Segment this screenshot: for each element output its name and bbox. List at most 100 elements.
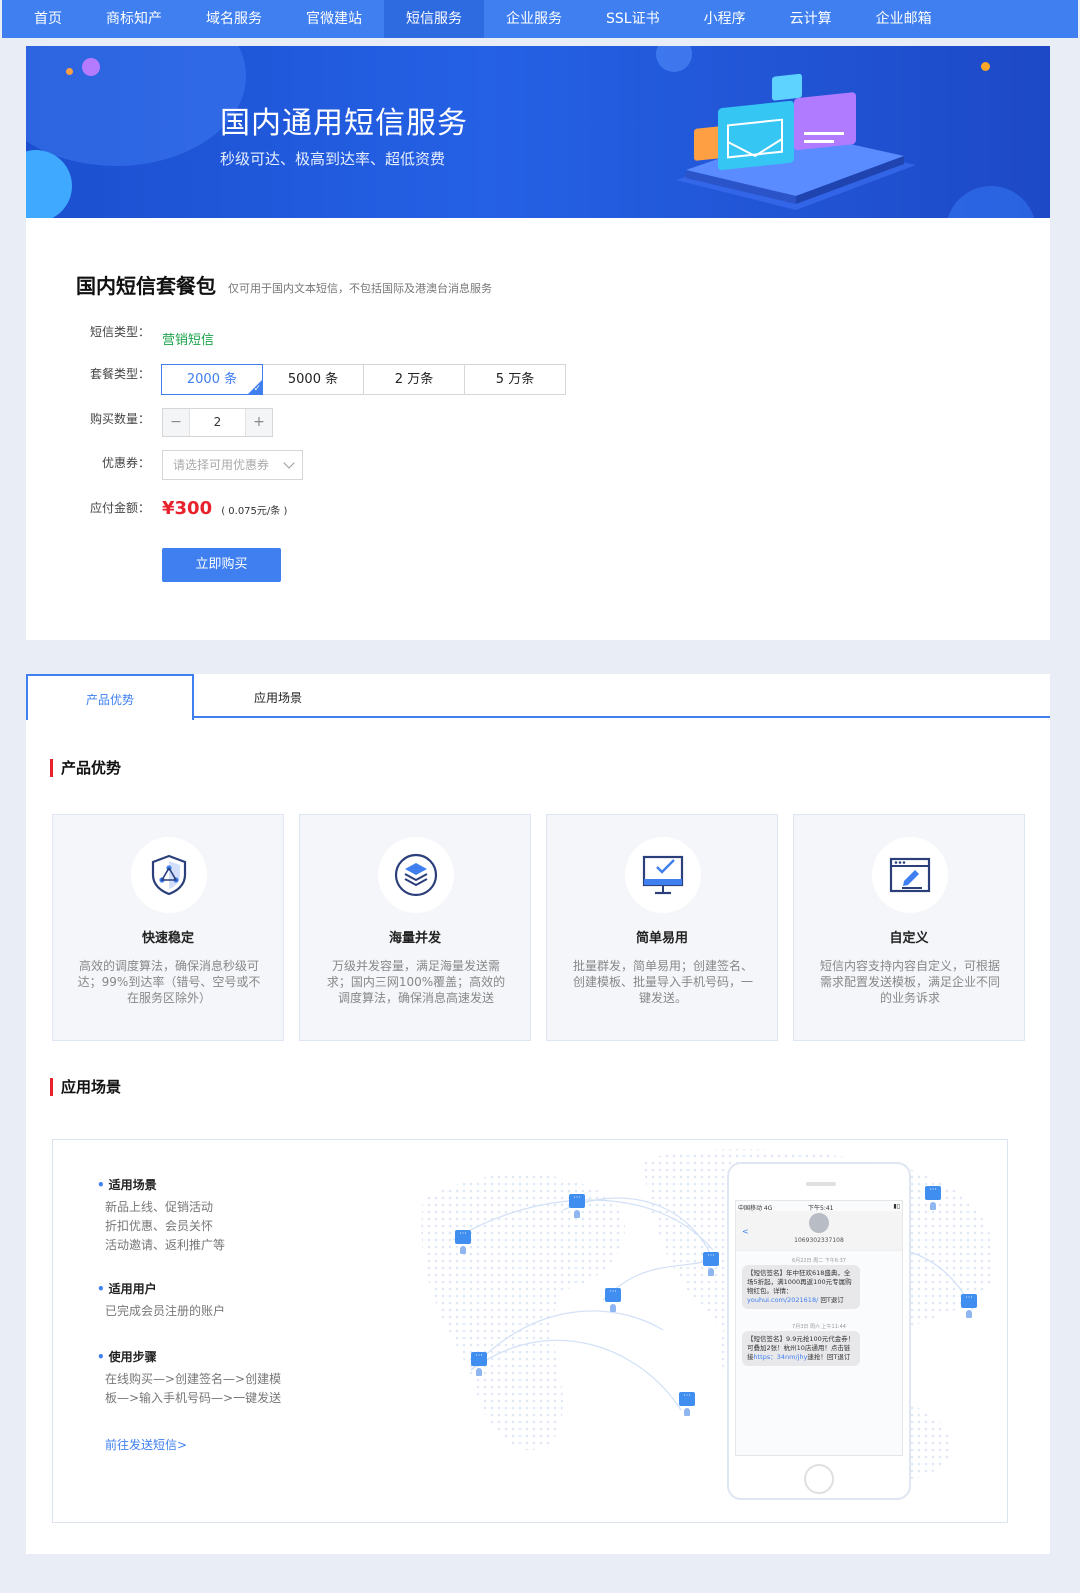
price-per-unit: ( 0.075元/条 ) <box>221 506 288 517</box>
package-card: 国内短信套餐包 仅可用于国内文本短信，不包括国际及港澳台消息服务 短信类型： 营… <box>26 218 1050 640</box>
scenario-line: 已完成会员注册的账户 <box>105 1304 226 1318</box>
map-node-icon: ··· <box>471 1352 487 1376</box>
banner-decor-circle <box>946 186 1036 218</box>
phone-mockup: 中国移动 4G 下午5:41 ▮▯ < 1069302337108 6月22日 … <box>727 1162 911 1500</box>
layers-icon <box>394 853 438 897</box>
coupon-label: 优惠券： <box>101 456 150 470</box>
nav-item-miniprogram[interactable]: 小程序 <box>682 0 768 38</box>
message-link[interactable]: https：34nm/jhy <box>754 1353 808 1361</box>
quantity-stepper: − 2 + <box>162 408 273 437</box>
scenario-panel: 适用场景 新品上线、促销活动 折扣优惠、会员关怀 活动邀请、返利推广等 适用用户… <box>52 1139 1008 1523</box>
battery-icon: ▮▯ <box>893 1203 900 1210</box>
coupon-select[interactable]: 请选择可用优惠券 <box>162 450 303 480</box>
banner-title: 国内通用短信服务 <box>220 106 468 141</box>
scenario-heading: 适用用户 <box>97 1280 225 1297</box>
banner-decor-circle <box>26 46 246 166</box>
quantity-decrease-button[interactable]: − <box>163 409 189 436</box>
nav-item-enterprise[interactable]: 企业服务 <box>484 0 584 38</box>
price-display: ¥300 ( 0.075元/条 ) <box>162 498 287 519</box>
advantage-desc: 短信内容支持内容自定义，可根据需求配置发送模板，满足企业不同的业务诉求 <box>819 959 1000 1005</box>
nav-item-trademark[interactable]: 商标知产 <box>84 0 184 38</box>
advantage-title: 简单易用 <box>635 931 688 946</box>
top-nav: 首页 商标知产 域名服务 官微建站 短信服务 企业服务 SSL证书 小程序 云计… <box>2 0 1078 38</box>
advantage-cards: 快速稳定 高效的调度算法，确保消息秒级可达；99%到达率（错号、空号或不在服务区… <box>52 814 1040 1041</box>
details-section: 产品优势 应用场景 产品优势 快速稳定 高效的调度算法，确保消息秒级可达；99%… <box>26 674 1050 1554</box>
nav-item-ssl[interactable]: SSL证书 <box>584 0 682 38</box>
package-type-label: 套餐类型： <box>89 367 150 381</box>
message-text: 速抢！回T退订 <box>807 1353 851 1361</box>
banner-decor-dot <box>82 58 100 76</box>
map-node-icon: ··· <box>569 1194 585 1218</box>
contact-header: < 1069302337108 <box>736 1211 902 1251</box>
sender-number: 1069302337108 <box>794 1237 844 1244</box>
nav-item-cloud[interactable]: 云计算 <box>768 0 854 38</box>
icon-circle <box>625 837 701 913</box>
scenario-line: 活动邀请、返利推广等 <box>105 1238 226 1252</box>
quantity-increase-button[interactable]: + <box>246 409 272 436</box>
scenario-heading: 适用场景 <box>97 1176 225 1193</box>
tab-scenarios[interactable]: 应用场景 <box>194 674 362 718</box>
package-option-20000[interactable]: 2 万条 <box>363 364 465 395</box>
message-date: 6月22日 周二 下午6:37 <box>792 1258 846 1264</box>
message-link[interactable]: youhui.com/2021618/ <box>747 1296 818 1304</box>
monitor-check-icon <box>642 855 684 895</box>
price-amount: ¥300 <box>162 498 213 519</box>
icon-circle <box>378 837 454 913</box>
scenario-line: 在线购买—>创建签名—>创建模 <box>105 1372 282 1386</box>
scenario-line: 新品上线、促销活动 <box>105 1200 214 1214</box>
map-node-icon: ··· <box>679 1392 695 1416</box>
tab-advantages[interactable]: 产品优势 <box>26 674 194 720</box>
user-block: 适用用户 已完成会员注册的账户 <box>97 1280 225 1321</box>
nav-item-domain[interactable]: 域名服务 <box>184 0 284 38</box>
advantage-card: 快速稳定 高效的调度算法，确保消息秒级可达；99%到达率（错号、空号或不在服务区… <box>52 814 284 1041</box>
scenarios-title: 应用场景 <box>50 1078 121 1096</box>
nav-item-website[interactable]: 官微建站 <box>284 0 384 38</box>
avatar <box>809 1213 829 1233</box>
hero-banner: 国内通用短信服务 秒级可达、极高到达率、超低资费 <box>26 46 1050 218</box>
nav-item-home[interactable]: 首页 <box>12 0 84 38</box>
scenario-line: 板—>输入手机号码—>一键发送 <box>105 1391 282 1405</box>
banner-subtitle: 秒级可达、极高到达率、超低资费 <box>220 150 446 168</box>
check-icon: ✓ <box>253 384 261 394</box>
advantage-title: 海量并发 <box>388 931 441 946</box>
map-node-icon: ··· <box>605 1288 621 1312</box>
message-text: 回T退订 <box>818 1296 844 1304</box>
world-map-icon <box>421 1149 995 1480</box>
map-node-icon: ··· <box>703 1252 719 1276</box>
shield-network-icon <box>151 854 187 896</box>
package-option-2000[interactable]: 2000 条 ✓ <box>161 364 263 395</box>
package-type-selector: 2000 条 ✓ 5000 条 2 万条 5 万条 <box>161 364 566 395</box>
package-note: 仅可用于国内文本短信，不包括国际及港澳台消息服务 <box>228 282 492 295</box>
message-text: 【短信签名】年中狂欢618盛典，全场5折起，满1000再返100元专属购物红包。… <box>747 1269 852 1295</box>
map-node-icon: ··· <box>961 1294 977 1318</box>
message-bubble: 【短信签名】年中狂欢618盛典，全场5折起，满1000再返100元专属购物红包。… <box>742 1265 860 1309</box>
banner-decor-dot <box>981 62 990 71</box>
package-option-label: 2000 条 <box>186 372 238 387</box>
quantity-input[interactable]: 2 <box>189 409 246 436</box>
phone-speaker <box>806 1182 836 1186</box>
advantages-title: 产品优势 <box>50 759 121 777</box>
sms-type-label: 短信类型： <box>89 325 150 339</box>
package-option-label: 5000 条 <box>287 372 339 387</box>
phone-home-button <box>804 1464 834 1494</box>
message-bubble: 【短信签名】9.9元抢100元代金券！可叠加2张！杭州10店通用！点击链接htt… <box>742 1331 860 1366</box>
buy-now-button[interactable]: 立即购买 <box>162 548 281 582</box>
nav-item-sms[interactable]: 短信服务 <box>384 0 484 38</box>
icon-circle <box>872 837 948 913</box>
package-option-50000[interactable]: 5 万条 <box>464 364 566 395</box>
advantage-desc: 高效的调度算法，确保消息秒级可达；99%到达率（错号、空号或不在服务区除外） <box>77 959 261 1005</box>
package-option-5000[interactable]: 5000 条 <box>262 364 364 395</box>
back-icon: < <box>742 1227 749 1236</box>
map-node-icon: ··· <box>455 1230 471 1254</box>
advantage-desc: 万级并发容量，满足海量发送需求；国内三网100%覆盖；高效的调度算法，确保消息高… <box>326 959 506 1005</box>
advantage-title: 自定义 <box>889 931 929 946</box>
go-send-sms-link[interactable]: 前往发送短信> <box>105 1436 187 1453</box>
package-option-label: 2 万条 <box>394 372 434 387</box>
nav-item-email[interactable]: 企业邮箱 <box>854 0 954 38</box>
package-title: 国内短信套餐包 <box>76 274 216 298</box>
map-node-icon: ··· <box>925 1186 941 1210</box>
chevron-down-icon <box>283 457 295 469</box>
steps-block: 使用步骤 在线购买—>创建签名—>创建模 板—>输入手机号码—>一键发送 <box>97 1348 281 1408</box>
quantity-label: 购买数量： <box>89 412 150 426</box>
scenario-heading: 使用步骤 <box>97 1348 281 1365</box>
